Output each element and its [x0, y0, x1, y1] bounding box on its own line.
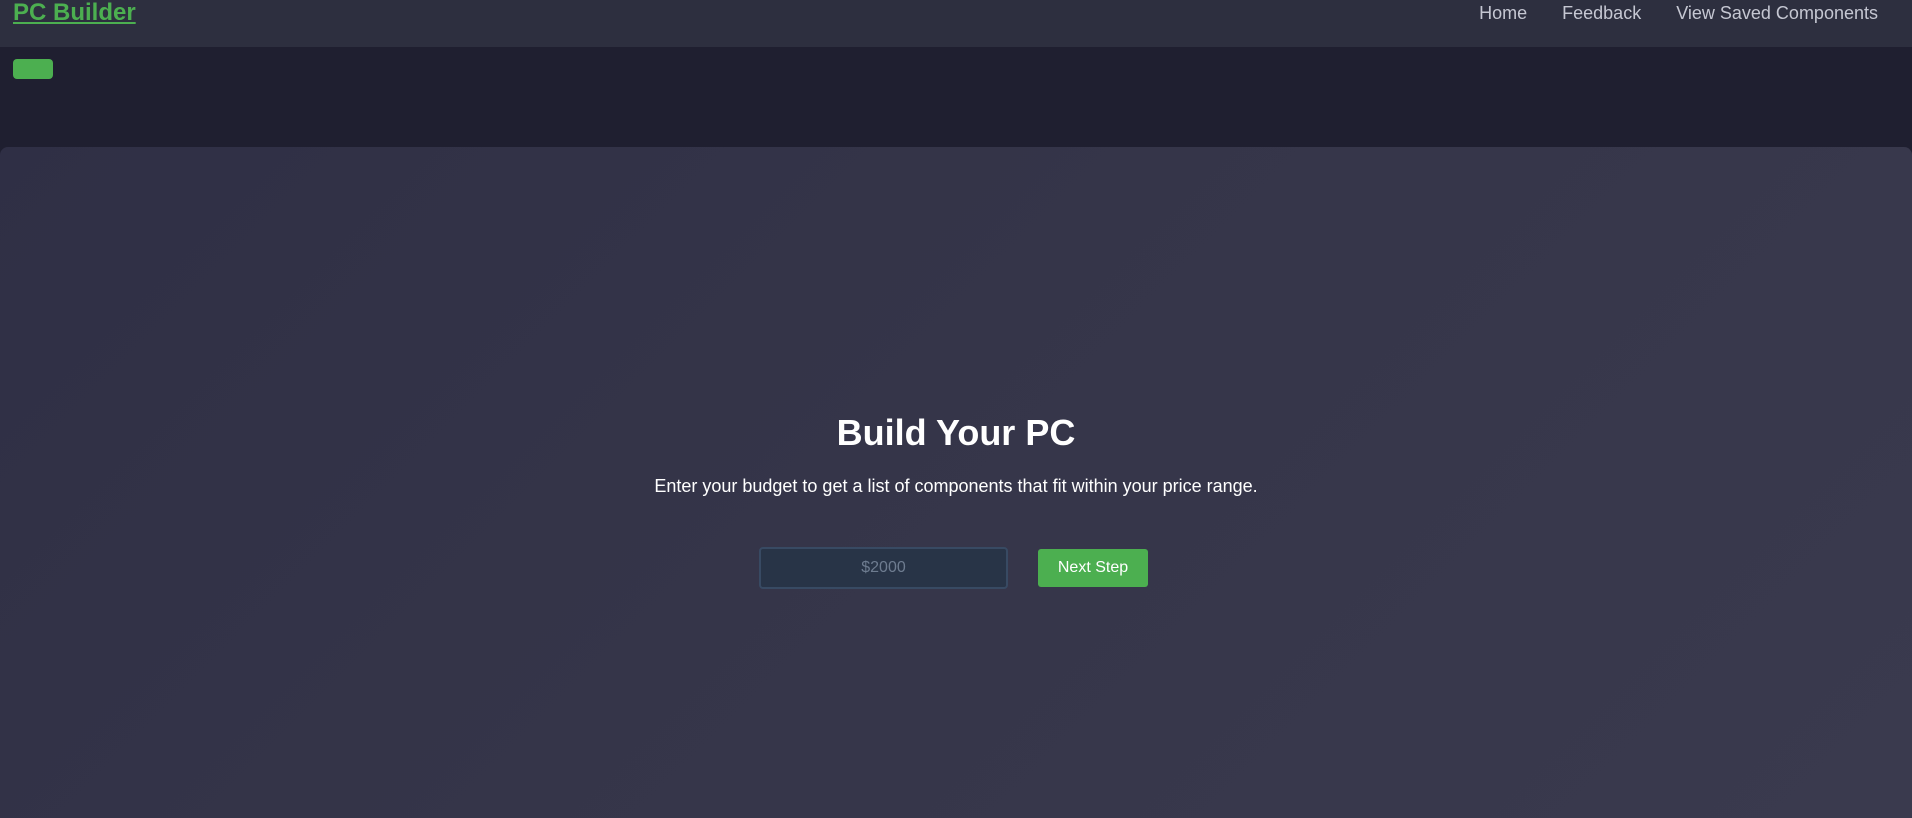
- menu-toggle-button[interactable]: [13, 59, 53, 79]
- nav-link-home[interactable]: Home: [1479, 3, 1527, 24]
- budget-input[interactable]: [759, 547, 1008, 589]
- page-title: Build Your PC: [836, 412, 1076, 453]
- page-subtitle: Enter your budget to get a list of compo…: [654, 476, 1258, 496]
- nav-links: Home Feedback View Saved Components: [1479, 0, 1878, 26]
- hero-section: Build Your PC Enter your budget to get a…: [0, 147, 1912, 818]
- nav-link-feedback[interactable]: Feedback: [1562, 3, 1641, 24]
- top-navbar: PC Builder Home Feedback View Saved Comp…: [0, 0, 1912, 47]
- next-step-button[interactable]: Next Step: [1038, 549, 1148, 587]
- brand-link[interactable]: PC Builder: [13, 0, 136, 28]
- nav-link-view-saved-components[interactable]: View Saved Components: [1676, 3, 1878, 24]
